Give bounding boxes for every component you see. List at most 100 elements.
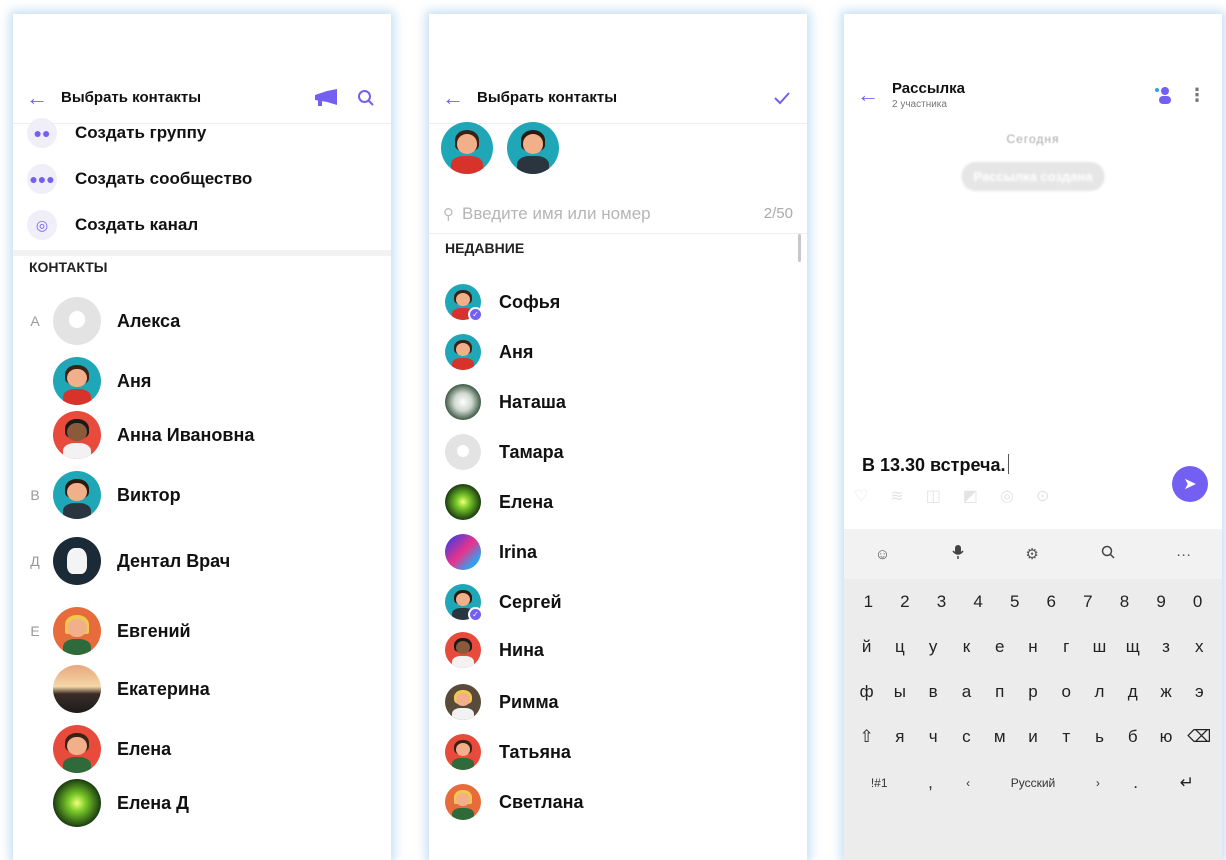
key[interactable]: н <box>1016 637 1049 657</box>
megaphone-icon[interactable] <box>313 88 339 108</box>
search-icon[interactable] <box>357 89 375 107</box>
key[interactable]: п <box>983 682 1016 702</box>
create-community-button[interactable]: ●●● Создать сообщество <box>13 156 391 202</box>
key[interactable]: 5 <box>996 592 1033 612</box>
key[interactable]: ш <box>1083 637 1116 657</box>
key[interactable]: з <box>1149 637 1182 657</box>
shift-key[interactable]: ⇧ <box>850 727 883 747</box>
more-vertical-icon[interactable]: ⋮ <box>1188 85 1206 106</box>
key[interactable]: м <box>983 727 1016 747</box>
contact-row[interactable]: Елена Д <box>13 774 391 832</box>
key[interactable]: ф <box>850 682 883 702</box>
search-icon[interactable] <box>1101 545 1115 563</box>
key[interactable]: у <box>917 637 950 657</box>
key[interactable]: с <box>950 727 983 747</box>
key[interactable]: я <box>883 727 916 747</box>
back-button[interactable]: ← <box>844 82 892 108</box>
contact-row[interactable]: Аня <box>13 352 391 410</box>
key[interactable]: ж <box>1149 682 1182 702</box>
enter-key[interactable]: ↵ <box>1160 773 1214 793</box>
contact-row[interactable]: Анна Ивановна <box>13 406 391 464</box>
check-icon[interactable] <box>773 91 791 105</box>
recent-contact-row[interactable]: Нина <box>445 628 807 672</box>
key[interactable]: 7 <box>1070 592 1107 612</box>
timer-icon[interactable]: ◎ <box>1000 486 1014 506</box>
key[interactable]: е <box>983 637 1016 657</box>
sticker-icon[interactable]: ♡ <box>854 486 868 506</box>
key[interactable]: ю <box>1149 727 1182 747</box>
key[interactable]: ч <box>917 727 950 747</box>
selected-avatar[interactable] <box>441 122 493 174</box>
key[interactable]: д <box>1116 682 1149 702</box>
contact-row[interactable]: Д Дентал Врач <box>13 532 391 590</box>
key[interactable]: в <box>917 682 950 702</box>
selected-avatar[interactable] <box>507 122 559 174</box>
key[interactable]: х <box>1183 637 1216 657</box>
key[interactable]: т <box>1050 727 1083 747</box>
key[interactable]: щ <box>1116 637 1149 657</box>
recent-contact-row[interactable]: ✓ Софья <box>445 280 807 324</box>
create-channel-button[interactable]: ◎ Создать канал <box>13 202 391 248</box>
period-key[interactable]: . <box>1117 773 1153 793</box>
key[interactable]: ы <box>883 682 916 702</box>
back-button[interactable]: ← <box>429 85 477 111</box>
back-button[interactable]: ← <box>13 85 61 111</box>
contact-row[interactable]: Елена <box>13 720 391 778</box>
key[interactable]: 8 <box>1106 592 1143 612</box>
chevron-left-icon[interactable]: ‹ <box>955 776 982 790</box>
search-input[interactable] <box>462 203 764 224</box>
recent-contact-row[interactable]: Тамара <box>445 430 807 474</box>
key[interactable]: л <box>1083 682 1116 702</box>
recent-contact-row[interactable]: Татьяна <box>445 730 807 774</box>
key[interactable]: г <box>1050 637 1083 657</box>
backspace-key[interactable]: ⌫ <box>1183 727 1216 747</box>
scrollbar[interactable] <box>798 234 801 262</box>
key[interactable]: а <box>950 682 983 702</box>
send-button[interactable]: ➤ <box>1172 466 1208 502</box>
symbols-key[interactable]: !#1 <box>852 776 906 790</box>
key[interactable]: и <box>1016 727 1049 747</box>
key[interactable]: ц <box>883 637 916 657</box>
key[interactable]: к <box>950 637 983 657</box>
emoji-icon[interactable]: ☺ <box>875 546 890 563</box>
create-group-button[interactable]: ●● Создать группу <box>13 110 391 156</box>
add-person-icon[interactable] <box>1154 85 1174 105</box>
more-icon[interactable]: ··· <box>1176 546 1191 563</box>
comma-key[interactable]: , <box>912 773 948 793</box>
key[interactable]: р <box>1016 682 1049 702</box>
key[interactable]: 6 <box>1033 592 1070 612</box>
key[interactable]: 9 <box>1143 592 1180 612</box>
key[interactable]: 1 <box>850 592 887 612</box>
recent-contact-row[interactable]: Irina <box>445 530 807 574</box>
key[interactable]: 4 <box>960 592 997 612</box>
location-icon[interactable]: ⊙ <box>1036 486 1049 506</box>
contact-row[interactable]: Екатерина <box>13 660 391 718</box>
contact-row[interactable]: В Виктор <box>13 466 391 524</box>
key[interactable]: й <box>850 637 883 657</box>
chevron-right-icon[interactable]: › <box>1084 776 1111 790</box>
recent-contact-row[interactable]: Елена <box>445 480 807 524</box>
contact-row[interactable]: А Алекса <box>13 292 391 350</box>
key[interactable]: о <box>1050 682 1083 702</box>
key[interactable]: 0 <box>1179 592 1216 612</box>
key[interactable]: 3 <box>923 592 960 612</box>
gallery-icon[interactable]: ◩ <box>963 486 978 506</box>
message-input[interactable]: В 13.30 встреча. <box>862 454 1009 476</box>
header: ← Рассылка 2 участника ⋮ <box>844 70 1222 120</box>
recent-contact-row[interactable]: ✓ Сергей <box>445 580 807 624</box>
space-key[interactable]: Русский <box>988 776 1079 790</box>
camera-icon[interactable]: ◫ <box>926 486 941 506</box>
key[interactable]: ь <box>1083 727 1116 747</box>
contact-row[interactable]: Е Евгений <box>13 602 391 660</box>
gif-icon[interactable]: ≋ <box>890 486 903 506</box>
settings-icon[interactable]: ⚙ <box>1025 545 1038 563</box>
key[interactable]: э <box>1183 682 1216 702</box>
recent-contact-row[interactable]: Светлана <box>445 780 807 824</box>
recent-contact-row[interactable]: Римма <box>445 680 807 724</box>
recent-contact-row[interactable]: Наташа <box>445 380 807 424</box>
recent-contact-row[interactable]: Аня <box>445 330 807 374</box>
key[interactable]: 2 <box>887 592 924 612</box>
key[interactable]: б <box>1116 727 1149 747</box>
avatar <box>445 484 481 520</box>
microphone-icon[interactable] <box>952 544 964 564</box>
